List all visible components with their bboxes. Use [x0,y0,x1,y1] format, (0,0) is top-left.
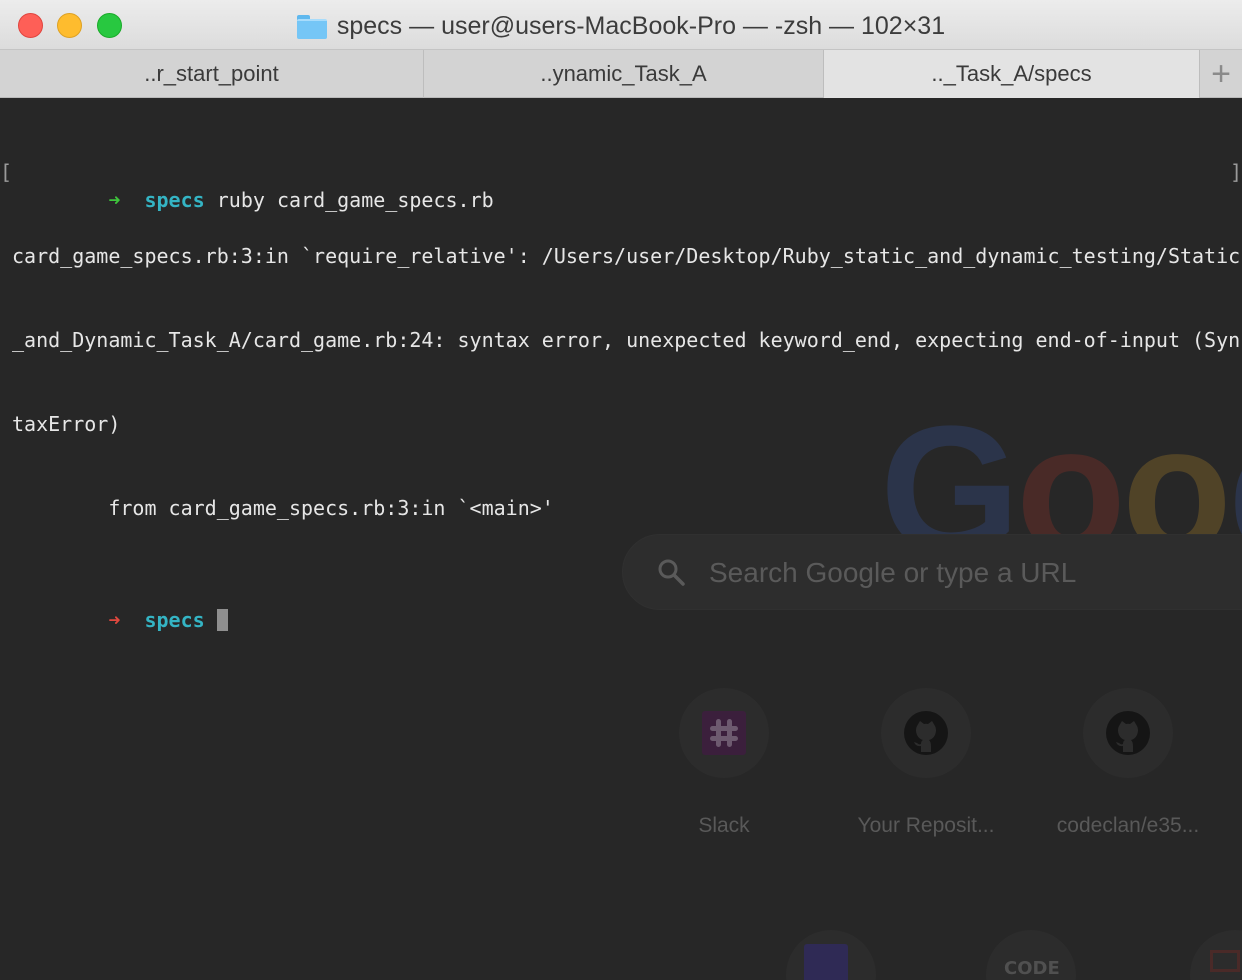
shortcut-label: codeclan/e35... [1056,814,1200,837]
shortcut-slack: Slack [634,688,814,838]
output-line: from card_game_specs.rb:3:in `<main>' [12,496,554,520]
shortcut-bottom-1 [786,930,876,980]
mail-icon [1210,950,1240,972]
tab-dynamic-task[interactable]: ..ynamic_Task_A [424,50,824,98]
folder-icon [296,14,327,39]
github-icon [1106,711,1150,755]
command-text: ruby card_game_specs.rb [216,188,494,212]
terminal-output: [ ➜ specs ruby card_game_specs.rb ] card_… [0,102,1242,662]
prompt-arrow-success: ➜ [108,188,121,212]
new-tab-button[interactable]: + [1200,50,1242,98]
shortcut-bottom-3 [1190,930,1242,980]
title-bar[interactable]: specs — user@users-MacBook-Pro — -zsh — … [0,0,1242,50]
tab-label: ..r_start_point [144,61,279,86]
mark-bracket-right: ] [1229,160,1242,184]
code-logo: CODE [1004,958,1060,979]
prompt-arrow-error: ➜ [108,608,121,632]
tab-label: ..ynamic_Task_A [540,61,707,86]
terminal-window: specs — user@users-MacBook-Pro — -zsh — … [0,0,1242,980]
shortcut-bottom-2: CODE [986,930,1076,980]
output-line: card_game_specs.rb:3:in `require_relativ… [12,244,1241,268]
output-line: _and_Dynamic_Task_A/card_game.rb:24: syn… [12,328,1241,352]
shortcut-codeclan: codeclan/e35... [1038,688,1218,838]
shortcut-label: Slack [698,814,750,837]
tab-start-point[interactable]: ..r_start_point [0,50,424,98]
output-line: taxError) [12,412,121,436]
tab-specs[interactable]: .._Task_A/specs [824,50,1200,98]
shortcut-your-repositories: Your Reposit... [836,688,1016,838]
github-icon [904,711,948,755]
tab-label: .._Task_A/specs [931,61,1092,86]
prompt-directory: specs [144,188,205,212]
slack-icon [702,711,746,755]
window-title-group: specs — user@users-MacBook-Pro — -zsh — … [0,12,1242,41]
tab-bar: ..r_start_point ..ynamic_Task_A .._Task_… [0,50,1242,98]
list-icon [804,944,848,980]
prompt-directory: specs [144,608,205,632]
terminal-content[interactable]: Goog Search Google or type a URL Slack [0,98,1242,980]
command-line: [ ➜ specs ruby card_game_specs.rb ] [0,158,1242,212]
shortcut-label: Your Reposit... [857,814,995,837]
window-title: specs — user@users-MacBook-Pro — -zsh — … [336,12,946,40]
text-cursor [216,609,228,631]
mark-bracket-left: [ [0,160,13,184]
prompt-line[interactable]: ➜ specs [0,578,1242,632]
